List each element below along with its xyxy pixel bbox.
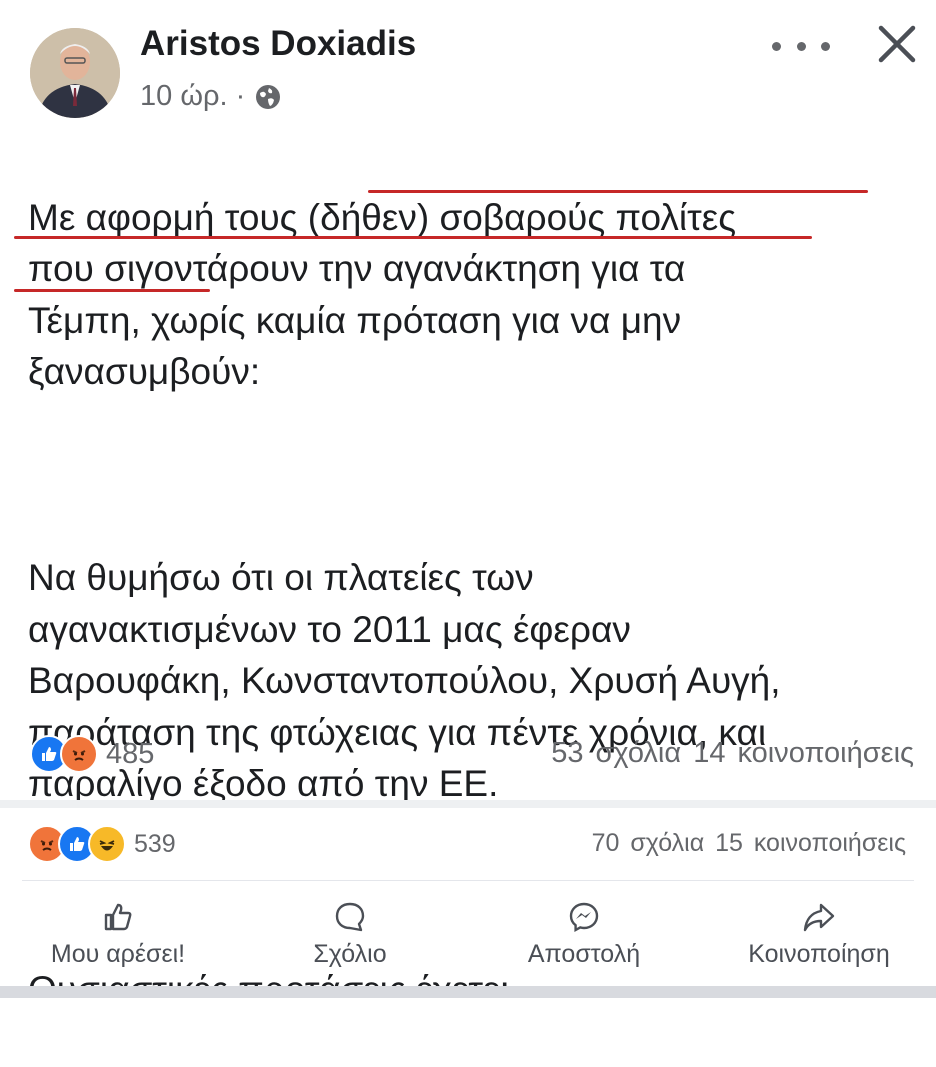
comment-button[interactable]: Σχόλιο <box>290 888 410 969</box>
like-label: Μου αρέσει! <box>50 940 186 968</box>
more-icon[interactable] <box>772 28 830 64</box>
thumbs-up-icon <box>104 903 132 931</box>
share-icon <box>803 903 835 932</box>
avatar[interactable] <box>30 28 120 118</box>
send-label: Αποστολή <box>527 940 641 968</box>
comment-label: Σχόλιο <box>313 940 387 968</box>
comments-shares-count[interactable]: 53 σχόλια 14 κοινοποιήσεις <box>551 737 914 770</box>
next-post-edge <box>0 998 936 1024</box>
outer-post-counts: 539 70 σχόλια 15 κοινοποιήσεις <box>0 825 936 865</box>
post-counts: 485 53 σχόλια 14 κοινοποιήσεις <box>0 735 936 780</box>
globe-icon <box>256 84 281 109</box>
section-separator <box>0 800 936 808</box>
share-button[interactable]: Κοινοποίηση <box>722 888 916 969</box>
haha-reaction-icon <box>88 825 126 863</box>
share-label: Κοινοποίηση <box>748 940 890 968</box>
reactions-count: 539 <box>134 829 176 858</box>
red-underline <box>14 289 210 292</box>
post-time[interactable]: 10 ώρ. · <box>140 80 245 113</box>
more-dot <box>772 41 781 51</box>
like-button[interactable]: Μου αρέσει! <box>28 888 208 969</box>
close-icon[interactable] <box>875 22 919 66</box>
more-dot <box>796 41 806 51</box>
comments-shares-count[interactable]: 70 σχόλια 15 κοινοποιήσεις <box>592 829 906 858</box>
divider <box>22 880 914 881</box>
reactions-summary[interactable]: 539 <box>28 825 176 863</box>
send-button[interactable]: Αποστολή <box>506 888 662 969</box>
messenger-icon <box>569 902 599 933</box>
avatar-photo <box>30 28 120 118</box>
angry-reaction-icon <box>60 735 98 773</box>
red-underline <box>14 236 812 239</box>
author-name[interactable]: Aristos Doxiadis <box>140 24 416 64</box>
shared-post: Aristos Doxiadis 10 ώρ. · Με αφορμή τους… <box>0 0 936 1010</box>
reactions-count: 485 <box>106 737 155 770</box>
red-underline <box>368 190 868 193</box>
action-bar: Μου αρέσει! Σχόλιο Αποστολή Κοινοποίηση <box>0 888 936 983</box>
feed-separator <box>0 986 936 998</box>
reactions-summary[interactable]: 485 <box>30 735 154 773</box>
more-dot <box>821 41 830 51</box>
comment-icon <box>335 902 365 932</box>
post-paragraph: Με αφορμή τους (δήθεν) σοβαρούς πολίτες … <box>28 196 737 393</box>
post-meta: 10 ώρ. · <box>140 80 281 113</box>
